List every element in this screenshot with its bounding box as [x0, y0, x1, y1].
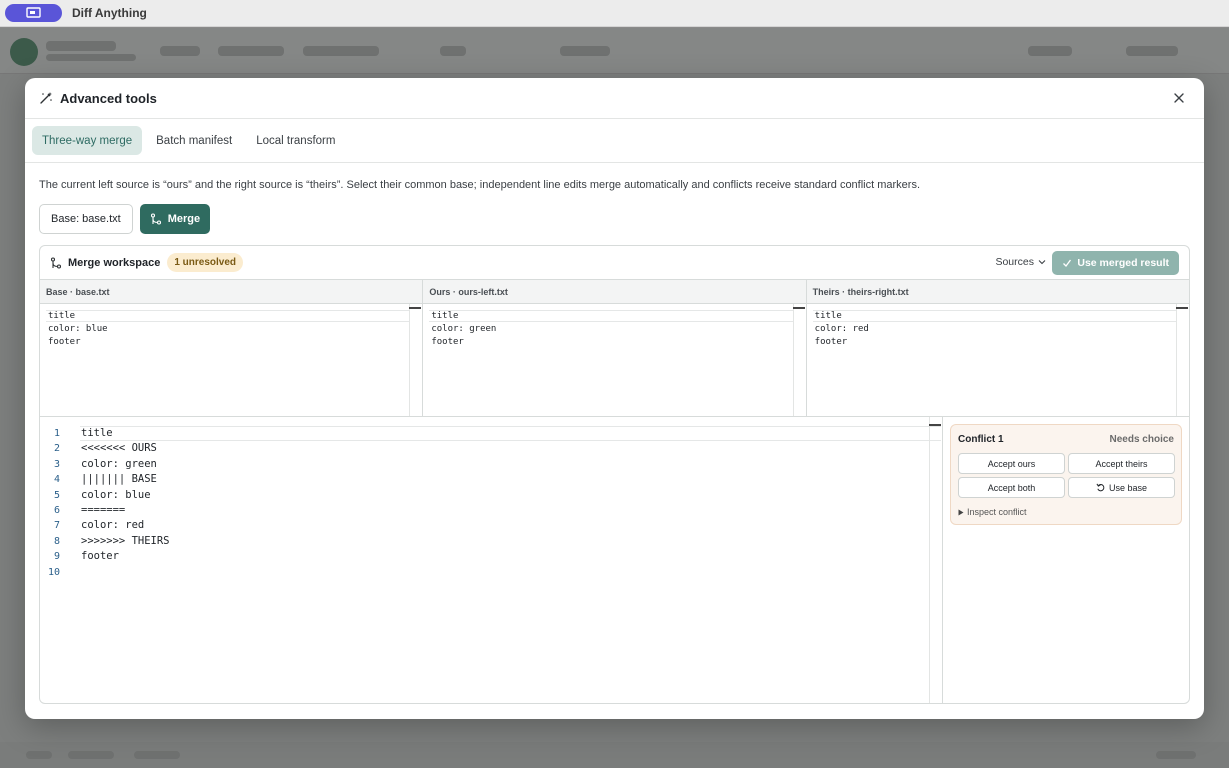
merge-button-label: Merge [167, 213, 201, 225]
merge-button[interactable]: Merge [139, 204, 211, 234]
merge-description: The current left source is “ours” and th… [39, 179, 921, 191]
conflict-card: Conflict 1 Needs choice Accept ours Acce… [950, 424, 1182, 525]
sources-dropdown[interactable]: Sources [995, 256, 1046, 268]
close-icon [1174, 93, 1184, 103]
use-merged-label: Use merged result [1077, 257, 1169, 269]
background-statusbar [0, 742, 1229, 768]
use-base-button[interactable]: Use base [1068, 477, 1175, 498]
ours-pane: Ours · ours-left.txt title color: green … [423, 280, 807, 416]
tab-local-transform[interactable]: Local transform [246, 126, 345, 155]
git-merge-icon [50, 256, 62, 269]
conflict-sidebar: Conflict 1 Needs choice Accept ours Acce… [943, 417, 1189, 703]
merged-area: 1 2 3 4 5 6 7 8 9 10 title <<<<<<< OURS … [40, 417, 1189, 703]
base-pane: Base · base.txt title color: blue footer [40, 280, 424, 416]
pane-header: Ours · ours-left.txt [423, 280, 806, 304]
close-button[interactable] [1172, 91, 1186, 105]
accept-ours-button[interactable]: Accept ours [958, 453, 1065, 474]
sources-label: Sources [995, 256, 1034, 268]
source-panes: Base · base.txt title color: blue footer… [40, 280, 1189, 417]
inspect-conflict-label: Inspect conflict [967, 507, 1027, 517]
triangle-right-icon [958, 509, 964, 515]
check-icon [1063, 259, 1072, 267]
conflict-title: Conflict 1 [958, 434, 1004, 445]
use-base-label: Use base [1108, 482, 1148, 493]
advanced-tools-dialog: Advanced tools Three-way merge Batch man… [25, 78, 1204, 719]
theirs-pane: Theirs · theirs-right.txt title color: r… [806, 280, 1189, 416]
base-select-button[interactable]: Base: base.txt [39, 204, 133, 234]
workspace-title: Merge workspace [68, 256, 161, 269]
tab-three-way-merge[interactable]: Three-way merge [32, 126, 143, 155]
workspace-header: Merge workspace 1 unresolved Sources Use… [40, 246, 1189, 280]
window-icon [25, 7, 41, 18]
merged-editor[interactable]: 1 2 3 4 5 6 7 8 9 10 title <<<<<<< OURS … [40, 417, 943, 703]
pane-editor[interactable]: title color: blue footer [40, 304, 422, 416]
pane-header: Theirs · theirs-right.txt [806, 280, 1189, 304]
line-numbers: 1 2 3 4 5 6 7 8 9 10 [47, 428, 60, 578]
app-switcher-button[interactable] [5, 4, 62, 22]
pane-editor[interactable]: title color: red footer [807, 304, 1189, 416]
git-merge-icon [150, 213, 161, 225]
scrollbar[interactable] [929, 417, 930, 703]
inspect-conflict-toggle[interactable]: Inspect conflict [958, 507, 1027, 517]
accept-both-button[interactable]: Accept both [958, 477, 1065, 498]
tab-batch-manifest[interactable]: Batch manifest [146, 126, 242, 155]
app-titlebar: Diff Anything [0, 0, 1229, 27]
accept-theirs-button[interactable]: Accept theirs [1068, 453, 1175, 474]
merged-content: title <<<<<<< OURS color: green ||||||| … [81, 427, 170, 563]
merge-controls: Base: base.txt Merge [39, 204, 211, 234]
pane-content: title color: red footer [814, 311, 869, 347]
undo-icon [1096, 483, 1105, 492]
scrollbar[interactable] [409, 304, 411, 416]
pane-content: title color: green footer [431, 311, 497, 347]
pane-header: Base · base.txt [40, 280, 423, 304]
conflict-status: Needs choice [1109, 434, 1174, 445]
merge-workspace: Merge workspace 1 unresolved Sources Use… [39, 245, 1190, 704]
background-toolbar [0, 28, 1229, 74]
pane-editor[interactable]: title color: green footer [423, 304, 805, 416]
dialog-title: Advanced tools [60, 90, 157, 106]
pane-content: title color: blue footer [48, 311, 108, 347]
dialog-header: Advanced tools [25, 78, 1204, 119]
chevron-down-icon [1038, 260, 1046, 265]
use-merged-result-button[interactable]: Use merged result [1052, 251, 1179, 275]
unresolved-badge: 1 unresolved [167, 253, 244, 272]
tool-tabs: Three-way merge Batch manifest Local tra… [25, 119, 1204, 163]
magic-wand-icon [40, 92, 52, 104]
avatar [10, 38, 38, 66]
scrollbar[interactable] [792, 304, 794, 416]
scrollbar[interactable] [1175, 304, 1177, 416]
app-title: Diff Anything [72, 6, 147, 20]
